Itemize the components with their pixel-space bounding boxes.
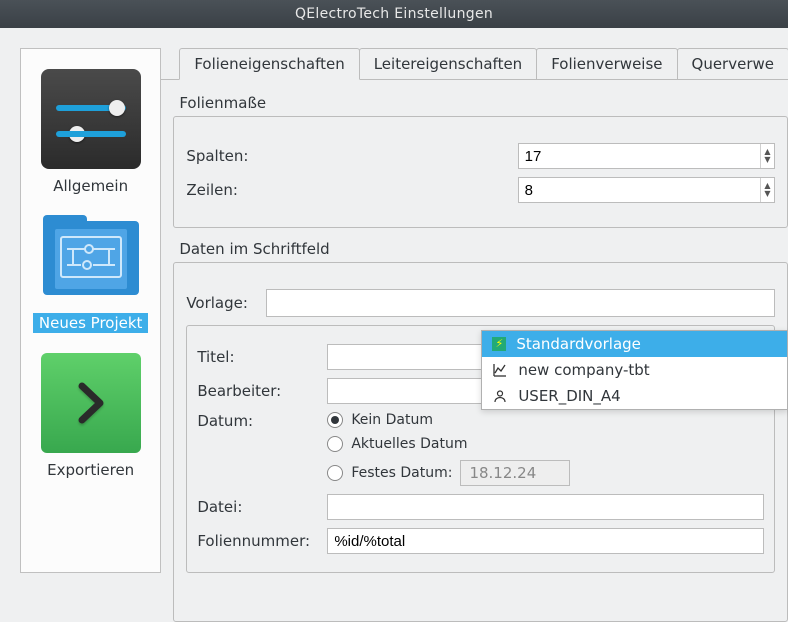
sidebar-item-general[interactable]: Allgemein xyxy=(41,69,141,195)
radio-label: Aktuelles Datum xyxy=(351,436,467,452)
tab-folio-properties[interactable]: Folieneigenschaften xyxy=(179,48,359,80)
tab-bar: Folieneigenschaften Leitereigenschaften … xyxy=(179,48,788,80)
radio-icon xyxy=(327,412,343,428)
titleblock-group: Vorlage: Titel: Bearbeiter: Datum: xyxy=(173,262,788,622)
user-icon xyxy=(492,389,508,403)
chevron-down-icon[interactable]: ▼ xyxy=(764,190,770,198)
lightning-icon: ⚡ xyxy=(492,337,506,351)
tab-conductor-properties[interactable]: Leitereigenschaften xyxy=(359,48,537,80)
columns-input[interactable] xyxy=(519,145,760,168)
template-option-company[interactable]: new company-tbt xyxy=(482,357,787,383)
sidebar-item-export[interactable]: Exportieren xyxy=(41,353,141,479)
file-input[interactable] xyxy=(327,494,764,520)
date-fixed-radio[interactable]: Festes Datum: 18.12.24 xyxy=(327,460,570,486)
columns-spinbox[interactable]: ▲ ▼ xyxy=(518,143,775,169)
tab-cross-refs[interactable]: Querverwe xyxy=(677,48,788,80)
spin-arrows[interactable]: ▲ ▼ xyxy=(760,144,774,168)
author-label: Bearbeiter: xyxy=(197,382,317,400)
titleblock-heading: Daten im Schriftfeld xyxy=(179,240,788,258)
date-current-radio[interactable]: Aktuelles Datum xyxy=(327,436,570,452)
rows-input[interactable] xyxy=(519,179,760,202)
radio-label: Kein Datum xyxy=(351,412,433,428)
columns-label: Spalten: xyxy=(186,147,242,165)
radio-icon xyxy=(327,436,343,452)
option-label: new company-tbt xyxy=(518,361,649,379)
date-radiogroup: Kein Datum Aktuelles Datum Festes Datum:… xyxy=(327,412,570,486)
template-dropdown[interactable]: ⚡ Standardvorlage new company-tbt USER_D… xyxy=(481,330,788,410)
template-combo[interactable] xyxy=(266,289,775,317)
date-label: Datum: xyxy=(197,412,317,430)
settings-sidebar: Allgemein xyxy=(20,48,161,573)
sidebar-item-label: Allgemein xyxy=(49,177,132,195)
chevron-right-icon xyxy=(41,353,141,453)
sidebar-item-label: Neues Projekt xyxy=(33,313,149,333)
sidebar-item-label: Exportieren xyxy=(43,461,138,479)
fixed-date-input[interactable]: 18.12.24 xyxy=(460,460,570,486)
tab-folio-refs[interactable]: Folienverweise xyxy=(536,48,677,80)
title-label: Titel: xyxy=(197,348,317,366)
sliders-icon xyxy=(41,69,141,169)
sidebar-item-new-project[interactable]: Neues Projekt xyxy=(33,215,149,333)
folio-dimensions-group: Spalten: ▲ ▼ Zeilen: xyxy=(173,116,788,228)
radio-label: Festes Datum: xyxy=(351,465,452,481)
folio-label: Foliennummer: xyxy=(197,532,317,550)
template-option-user-din[interactable]: USER_DIN_A4 xyxy=(482,383,787,409)
window-title: QElectroTech Einstellungen xyxy=(295,6,493,22)
spin-arrows[interactable]: ▲ ▼ xyxy=(760,178,774,202)
radio-icon xyxy=(327,465,343,481)
option-label: USER_DIN_A4 xyxy=(518,387,620,405)
option-label: Standardvorlage xyxy=(516,335,641,353)
window-titlebar: QElectroTech Einstellungen xyxy=(0,0,788,28)
date-none-radio[interactable]: Kein Datum xyxy=(327,412,570,428)
template-option-standard[interactable]: ⚡ Standardvorlage xyxy=(482,331,787,357)
folder-schematic-icon xyxy=(41,215,141,305)
chart-icon xyxy=(492,363,508,377)
template-label: Vorlage: xyxy=(186,294,256,312)
rows-label: Zeilen: xyxy=(186,181,242,199)
chevron-down-icon[interactable]: ▼ xyxy=(764,156,770,164)
folio-dimensions-heading: Folienmaße xyxy=(179,94,788,112)
file-label: Datei: xyxy=(197,498,317,516)
folio-input[interactable] xyxy=(327,528,764,554)
main-panel: Folieneigenschaften Leitereigenschaften … xyxy=(161,28,788,573)
rows-spinbox[interactable]: ▲ ▼ xyxy=(518,177,775,203)
